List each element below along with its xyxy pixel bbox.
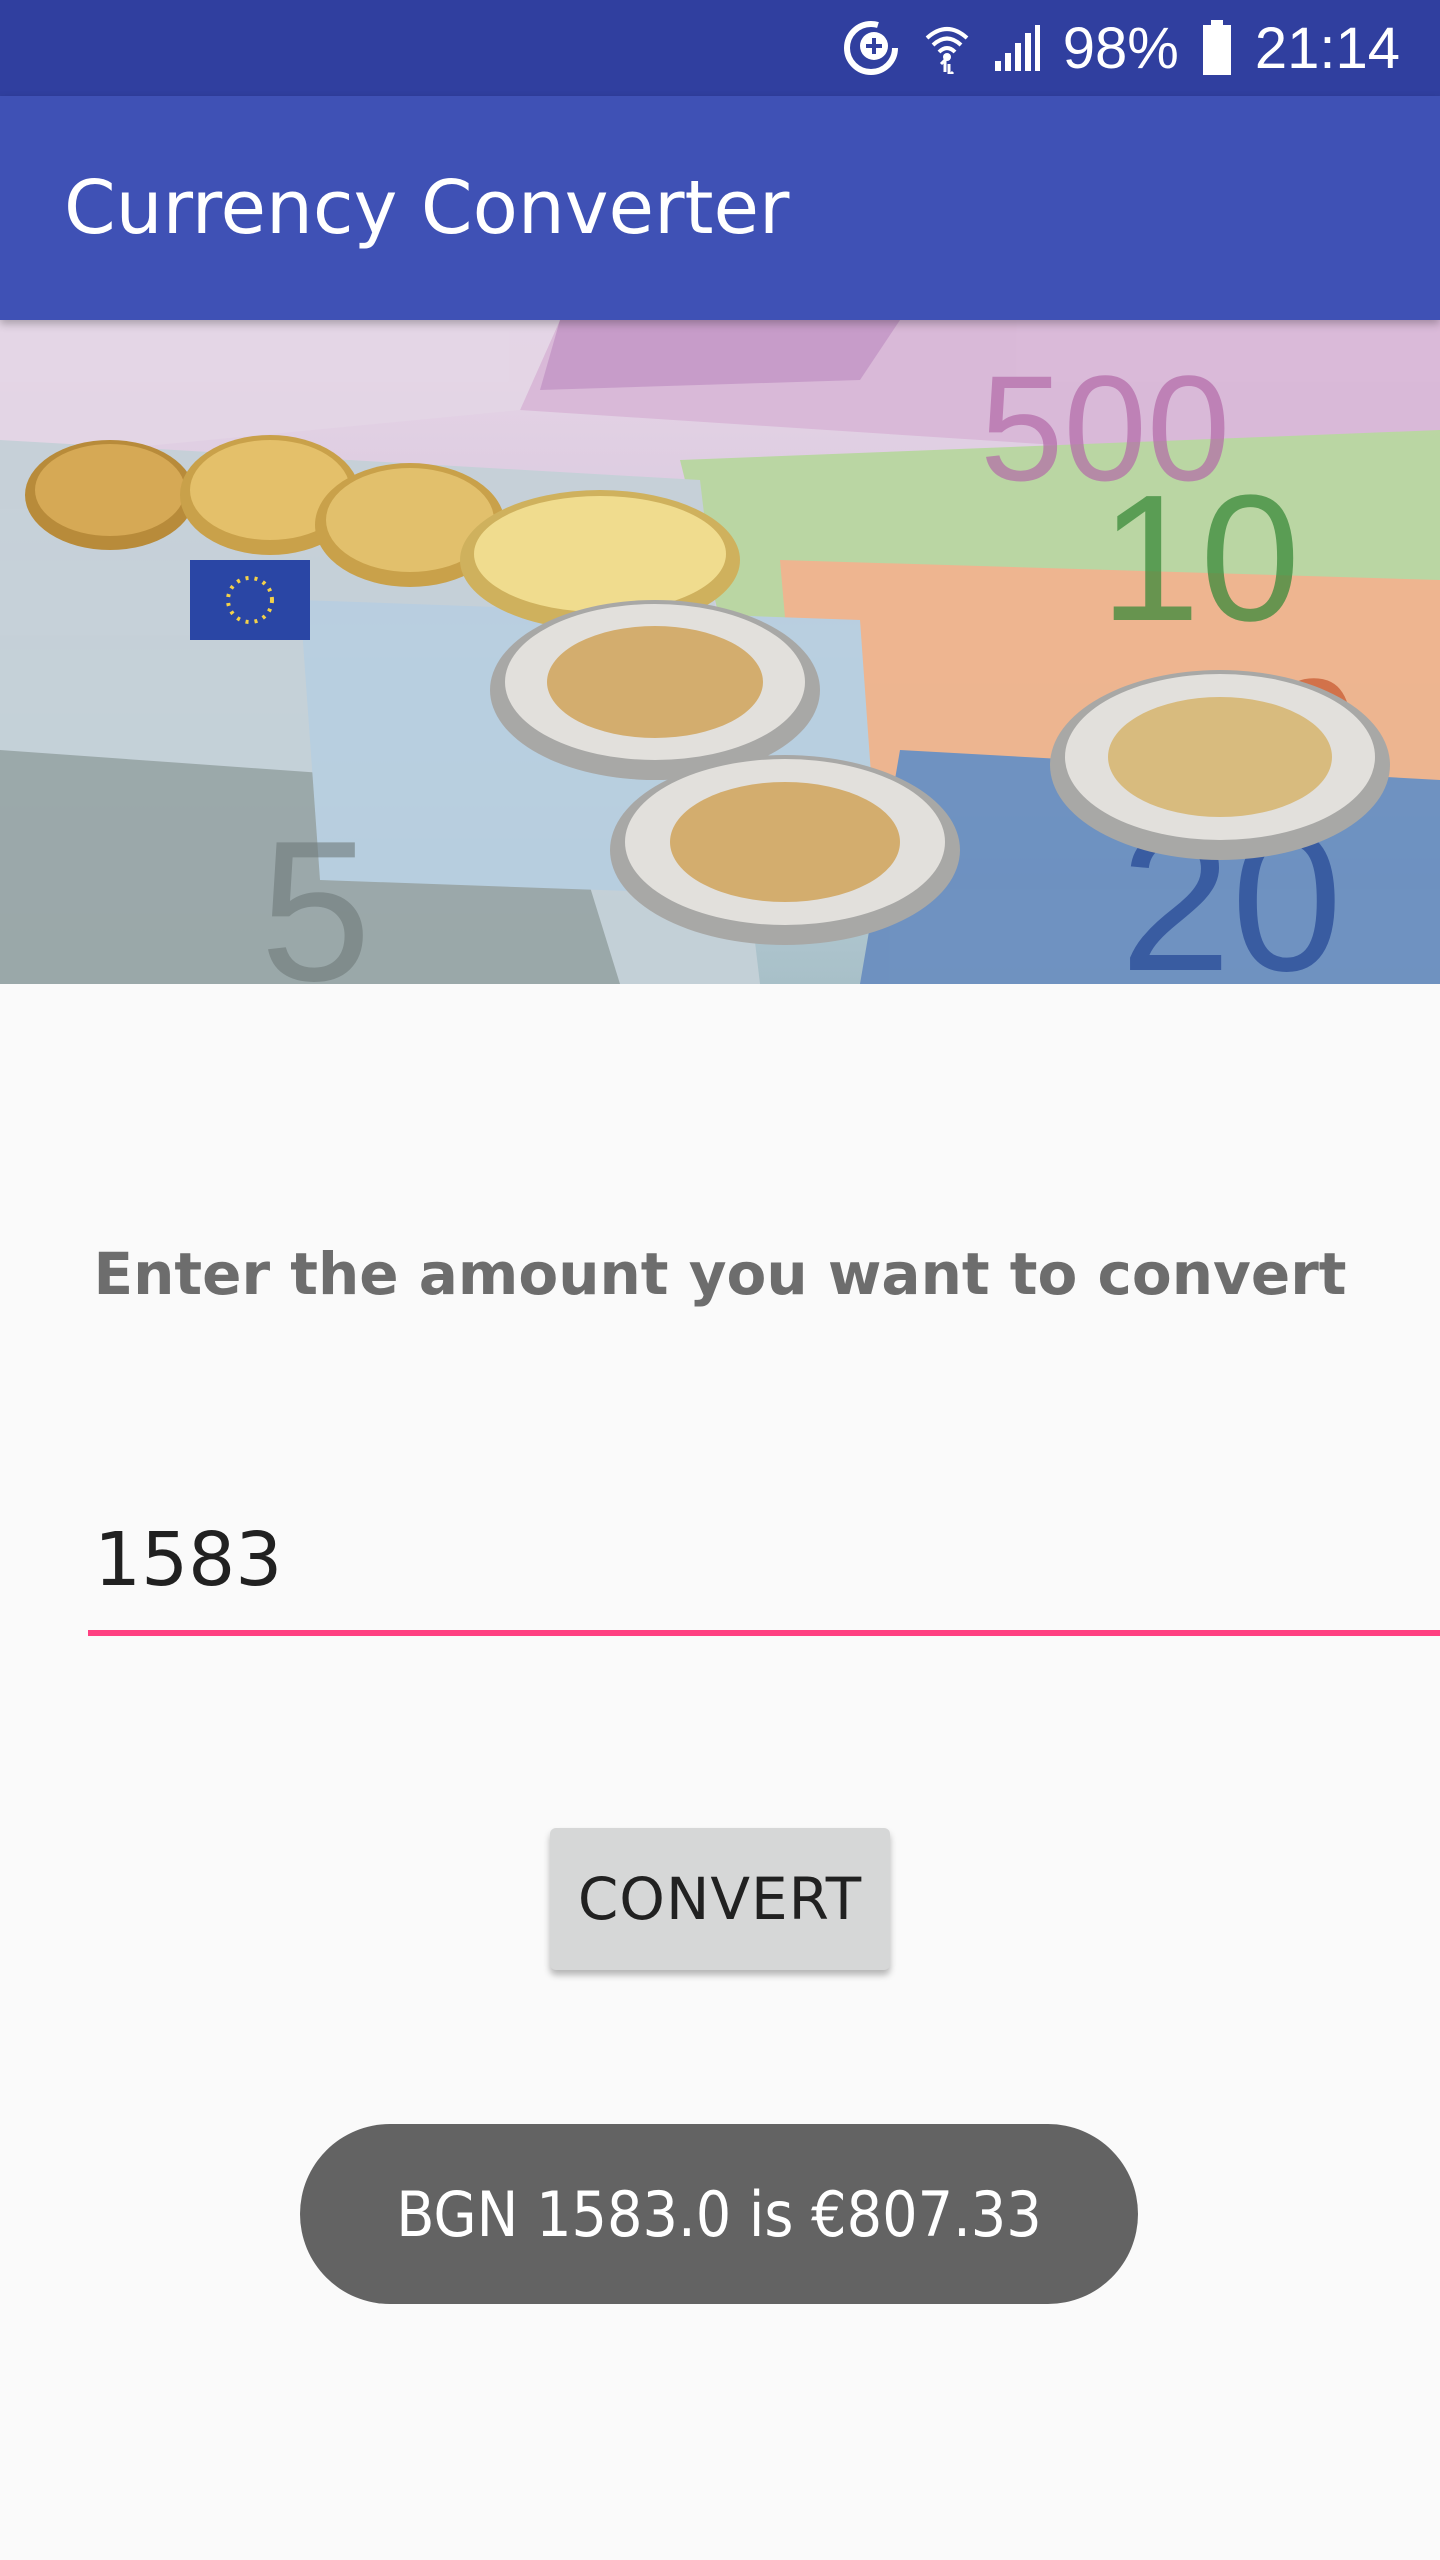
banner-image: 500 10 50 20 5 (0, 320, 1440, 984)
wifi-icon (923, 22, 971, 74)
convert-button[interactable]: CONVERT (550, 1828, 890, 1970)
amount-field[interactable] (88, 1500, 1440, 1636)
app-bar: Currency Converter (0, 96, 1440, 320)
amount-input[interactable] (88, 1500, 1440, 1620)
app-title: Currency Converter (64, 165, 790, 251)
clock: 21:14 (1254, 15, 1400, 81)
battery-icon (1201, 20, 1233, 76)
sync-icon (841, 18, 901, 78)
euro-money-illustration: 500 10 50 20 5 (0, 320, 1440, 984)
battery-percent: 98% (1062, 15, 1179, 81)
svg-text:10: 10 (1100, 458, 1300, 659)
result-toast: BGN 1583.0 is €807.33 (300, 2124, 1138, 2304)
signal-icon (993, 23, 1041, 73)
amount-prompt-label: Enter the amount you want to convert (93, 1240, 1347, 1308)
svg-text:5: 5 (260, 800, 371, 984)
status-bar: 98% 21:14 (0, 0, 1440, 96)
